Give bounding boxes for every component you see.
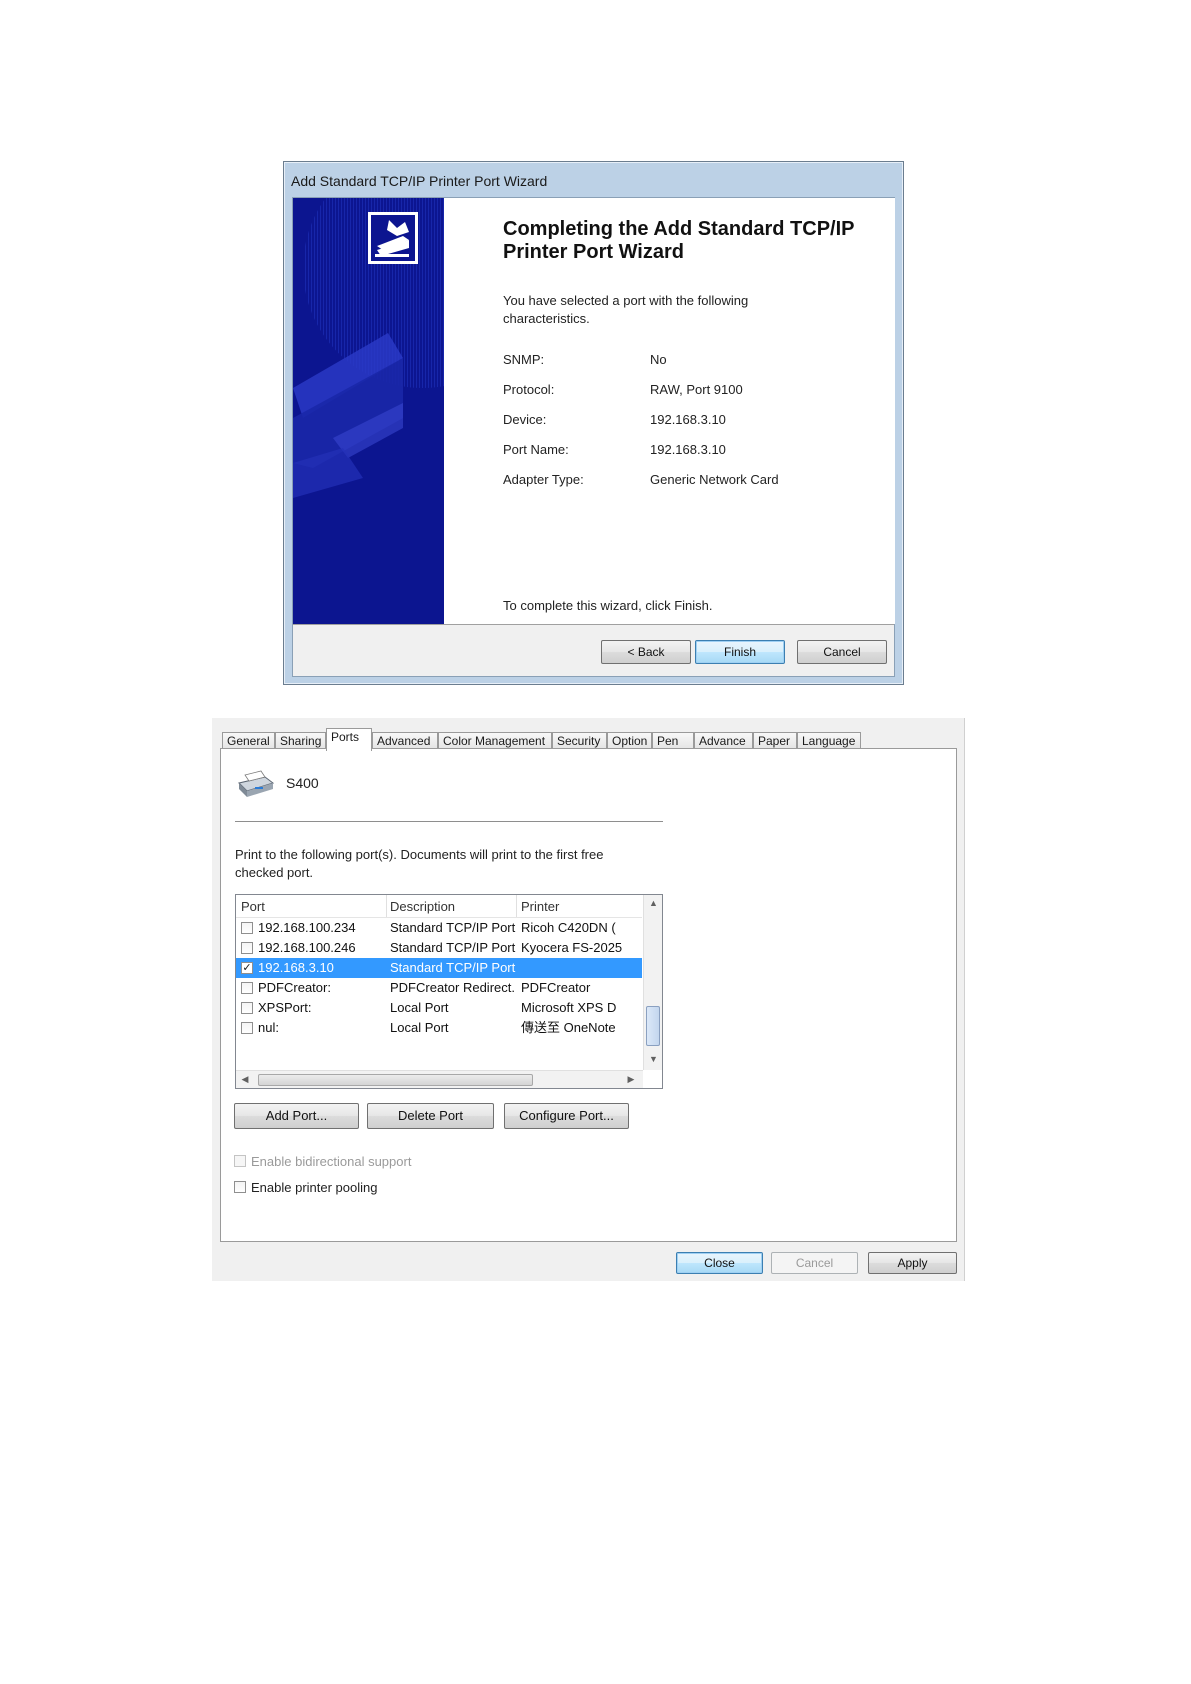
wizard-client-area: Completing the Add Standard TCP/IP Print… bbox=[292, 197, 895, 677]
printer-pooling-label: Enable printer pooling bbox=[251, 1180, 378, 1195]
port-cell: 192.168.100.234 bbox=[258, 920, 356, 935]
port-cell: XPSPort: bbox=[258, 1000, 312, 1015]
printer-icon bbox=[235, 769, 275, 801]
wizard-divider bbox=[293, 624, 894, 625]
adapter-type-label: Adapter Type: bbox=[503, 472, 584, 487]
port-cell: nul: bbox=[258, 1020, 279, 1035]
add-port-button[interactable]: Add Port... bbox=[234, 1103, 359, 1129]
port-row[interactable]: 192.168.100.246 Standard TCP/IP Port Kyo… bbox=[236, 938, 642, 958]
description-cell: Local Port bbox=[390, 1020, 449, 1035]
add-port-wizard-window: Add Standard TCP/IP Printer Port Wizard bbox=[283, 161, 904, 685]
device-value: 192.168.3.10 bbox=[650, 412, 726, 427]
protocol-value: RAW, Port 9100 bbox=[650, 382, 743, 397]
configure-port-button[interactable]: Configure Port... bbox=[504, 1103, 629, 1129]
delete-port-button[interactable]: Delete Port bbox=[367, 1103, 494, 1129]
port-row[interactable]: PDFCreator: PDFCreator Redirect... PDFCr… bbox=[236, 978, 642, 998]
printer-properties-dialog: General Sharing Ports Advanced Color Man… bbox=[212, 718, 965, 1281]
port-checkbox[interactable] bbox=[241, 942, 253, 954]
port-checkbox[interactable] bbox=[241, 1002, 253, 1014]
printer-cell: Microsoft XPS D bbox=[521, 1000, 617, 1015]
ports-intro-text: Print to the following port(s). Document… bbox=[235, 847, 604, 880]
description-cell: Standard TCP/IP Port bbox=[390, 940, 516, 955]
printer-cell: Kyocera FS-2025 bbox=[521, 940, 623, 955]
port-checkbox[interactable] bbox=[241, 982, 253, 994]
port-cell: PDFCreator: bbox=[258, 980, 331, 995]
scroll-up-icon[interactable]: ▲ bbox=[647, 898, 660, 908]
bidirectional-checkbox[interactable] bbox=[234, 1155, 246, 1167]
description-cell: Local Port bbox=[390, 1000, 449, 1015]
wizard-intro-text: You have selected a port with the follow… bbox=[503, 293, 749, 326]
device-label: Device: bbox=[503, 412, 547, 427]
ports-list[interactable]: Port Description Printer 192.168.100.234… bbox=[235, 894, 663, 1089]
port-row[interactable]: XPSPort: Local Port Microsoft XPS D bbox=[236, 998, 642, 1018]
horizontal-scroll-thumb[interactable] bbox=[258, 1074, 533, 1086]
wizard-heading: Completing the Add Standard TCP/IP Print… bbox=[503, 218, 855, 263]
back-button[interactable]: < Back bbox=[601, 640, 691, 664]
vertical-scroll-thumb[interactable] bbox=[646, 1006, 660, 1046]
vertical-scrollbar[interactable]: ▲ ▼ bbox=[643, 895, 662, 1070]
port-row[interactable]: 192.168.100.234 Standard TCP/IP Port Ric… bbox=[236, 918, 642, 938]
description-cell: PDFCreator Redirect... bbox=[390, 980, 516, 995]
apply-button[interactable]: Apply bbox=[868, 1252, 957, 1274]
port-row[interactable]: nul: Local Port 傳送至 OneNote bbox=[236, 1018, 642, 1038]
printer-pooling-checkbox[interactable] bbox=[234, 1181, 246, 1193]
wizard-cancel-button[interactable]: Cancel bbox=[797, 640, 887, 664]
column-printer[interactable]: Printer bbox=[521, 899, 559, 914]
printer-cell: PDFCreator bbox=[521, 980, 591, 995]
column-divider[interactable] bbox=[516, 895, 517, 917]
list-header: Port Description Printer bbox=[236, 895, 642, 918]
printer-cell: Ricoh C420DN ( bbox=[521, 920, 616, 935]
scroll-down-icon[interactable]: ▼ bbox=[647, 1054, 660, 1064]
column-port[interactable]: Port bbox=[241, 899, 265, 914]
bidirectional-label: Enable bidirectional support bbox=[251, 1154, 412, 1169]
port-row-selected[interactable]: ✓ 192.168.3.10 Standard TCP/IP Port bbox=[236, 958, 642, 978]
wizard-content: Completing the Add Standard TCP/IP Print… bbox=[444, 198, 895, 624]
adapter-type-value: Generic Network Card bbox=[650, 472, 779, 487]
column-description[interactable]: Description bbox=[390, 899, 455, 914]
tab-ports[interactable]: Ports bbox=[326, 728, 372, 751]
printer-cell: 傳送至 OneNote bbox=[521, 1020, 616, 1035]
port-checkbox[interactable] bbox=[241, 922, 253, 934]
scroll-right-icon[interactable]: ▶ bbox=[626, 1074, 636, 1085]
protocol-label: Protocol: bbox=[503, 382, 555, 397]
printer-name: S400 bbox=[286, 775, 319, 791]
port-cell: 192.168.3.10 bbox=[258, 960, 334, 975]
port-name-label: Port Name: bbox=[503, 442, 569, 457]
horizontal-scrollbar[interactable]: ◀ ▶ bbox=[236, 1070, 643, 1088]
finish-hint-text: To complete this wizard, click Finish. bbox=[503, 598, 713, 613]
port-checkbox[interactable] bbox=[241, 1022, 253, 1034]
window-title: Add Standard TCP/IP Printer Port Wizard bbox=[291, 173, 548, 189]
properties-cancel-button[interactable]: Cancel bbox=[771, 1252, 858, 1274]
wizard-banner-art bbox=[293, 198, 444, 624]
ports-tab-panel: S400 Print to the following port(s). Doc… bbox=[220, 748, 957, 1242]
snmp-label: SNMP: bbox=[503, 352, 545, 367]
column-divider[interactable] bbox=[386, 895, 387, 917]
description-cell: Standard TCP/IP Port bbox=[390, 920, 516, 935]
close-button[interactable]: Close bbox=[676, 1252, 763, 1274]
scroll-left-icon[interactable]: ◀ bbox=[240, 1074, 250, 1085]
port-cell: 192.168.100.246 bbox=[258, 940, 356, 955]
snmp-value: No bbox=[650, 352, 667, 367]
finish-button[interactable]: Finish bbox=[695, 640, 785, 664]
port-checkbox-checked[interactable]: ✓ bbox=[241, 962, 253, 974]
panel-divider bbox=[235, 821, 663, 822]
wizard-banner bbox=[293, 198, 444, 624]
description-cell: Standard TCP/IP Port bbox=[390, 960, 516, 975]
port-name-value: 192.168.3.10 bbox=[650, 442, 726, 457]
